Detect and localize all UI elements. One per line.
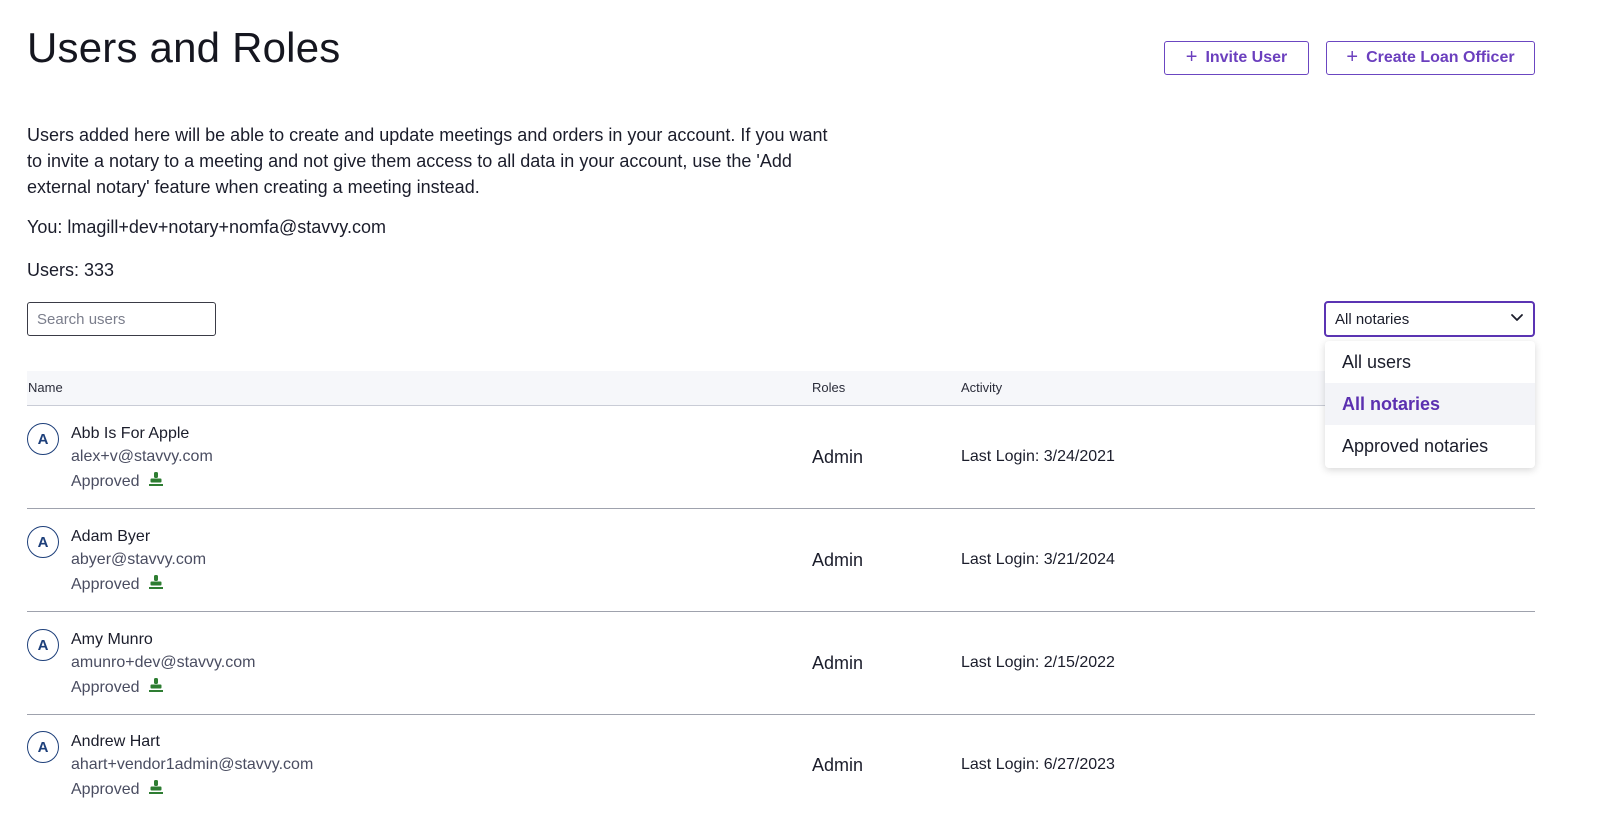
create-loan-officer-label: Create Loan Officer xyxy=(1366,49,1515,66)
status-badge: Approved xyxy=(71,574,164,595)
user-name: Amy Munro xyxy=(71,631,153,648)
user-email: alex+v@stavvy.com xyxy=(71,448,213,465)
user-status: Approved xyxy=(71,472,140,490)
current-user-email: You: lmagill+dev+notary+nomfa@stavvy.com xyxy=(27,217,386,237)
invite-user-button[interactable]: + Invite User xyxy=(1164,41,1309,75)
user-email: ahart+vendor1admin@stavvy.com xyxy=(71,756,314,773)
users-count: Users: 333 xyxy=(27,260,115,280)
create-loan-officer-button[interactable]: + Create Loan Officer xyxy=(1326,41,1535,75)
filter-selected-value: All notaries xyxy=(1335,310,1410,328)
user-activity: Last Login: 6/27/2023 xyxy=(961,756,1115,773)
status-badge: Approved xyxy=(71,471,164,492)
user-name: Abb Is For Apple xyxy=(71,425,190,442)
user-email: abyer@stavvy.com xyxy=(71,551,207,568)
user-activity: Last Login: 2/15/2022 xyxy=(961,654,1115,671)
filter-option-all-users[interactable]: All users xyxy=(1325,341,1535,383)
notary-stamp-icon xyxy=(148,471,164,492)
table-header: Name Roles Activity xyxy=(27,371,1535,406)
user-status: Approved xyxy=(71,575,140,593)
column-header-activity: Activity xyxy=(961,380,1003,395)
column-header-name: Name xyxy=(28,380,63,395)
notary-stamp-icon xyxy=(148,779,164,800)
notary-stamp-icon xyxy=(148,574,164,595)
column-header-roles: Roles xyxy=(812,380,846,395)
user-name: Adam Byer xyxy=(71,528,151,545)
invite-user-label: Invite User xyxy=(1205,49,1288,66)
user-name: Andrew Hart xyxy=(71,733,160,750)
user-role: Admin xyxy=(812,447,864,467)
avatar: A xyxy=(27,731,59,763)
filter-dropdown-menu: All users All notaries Approved notaries xyxy=(1325,341,1535,468)
user-activity: Last Login: 3/21/2024 xyxy=(961,551,1115,568)
user-status: Approved xyxy=(71,678,140,696)
table-row[interactable]: A Amy Munro amunro+dev@stavvy.com Approv… xyxy=(27,612,1535,715)
filter-option-approved-notaries[interactable]: Approved notaries xyxy=(1325,425,1535,467)
user-status: Approved xyxy=(71,780,140,798)
user-role: Admin xyxy=(812,653,864,673)
chevron-down-icon xyxy=(1509,309,1525,329)
table-row[interactable]: A Abb Is For Apple alex+v@stavvy.com App… xyxy=(27,406,1535,509)
plus-icon: + xyxy=(1185,46,1198,68)
user-email: amunro+dev@stavvy.com xyxy=(71,654,256,671)
user-role: Admin xyxy=(812,550,864,570)
page-title: Users and Roles xyxy=(27,24,341,71)
page-description: Users added here will be able to create … xyxy=(27,125,828,197)
avatar: A xyxy=(27,629,59,661)
user-filter-select[interactable]: All notaries xyxy=(1324,301,1535,337)
status-badge: Approved xyxy=(71,677,164,698)
notary-stamp-icon xyxy=(148,677,164,698)
filter-option-all-notaries[interactable]: All notaries xyxy=(1325,383,1535,425)
user-role: Admin xyxy=(812,755,864,775)
table-row[interactable]: A Andrew Hart ahart+vendor1admin@stavvy.… xyxy=(27,714,1535,816)
status-badge: Approved xyxy=(71,779,164,800)
plus-icon: + xyxy=(1346,46,1359,68)
avatar: A xyxy=(27,526,59,558)
search-input[interactable] xyxy=(27,302,216,336)
user-activity: Last Login: 3/24/2021 xyxy=(961,448,1115,465)
avatar: A xyxy=(27,423,59,455)
table-row[interactable]: A Adam Byer abyer@stavvy.com Approved Ad… xyxy=(27,509,1535,612)
